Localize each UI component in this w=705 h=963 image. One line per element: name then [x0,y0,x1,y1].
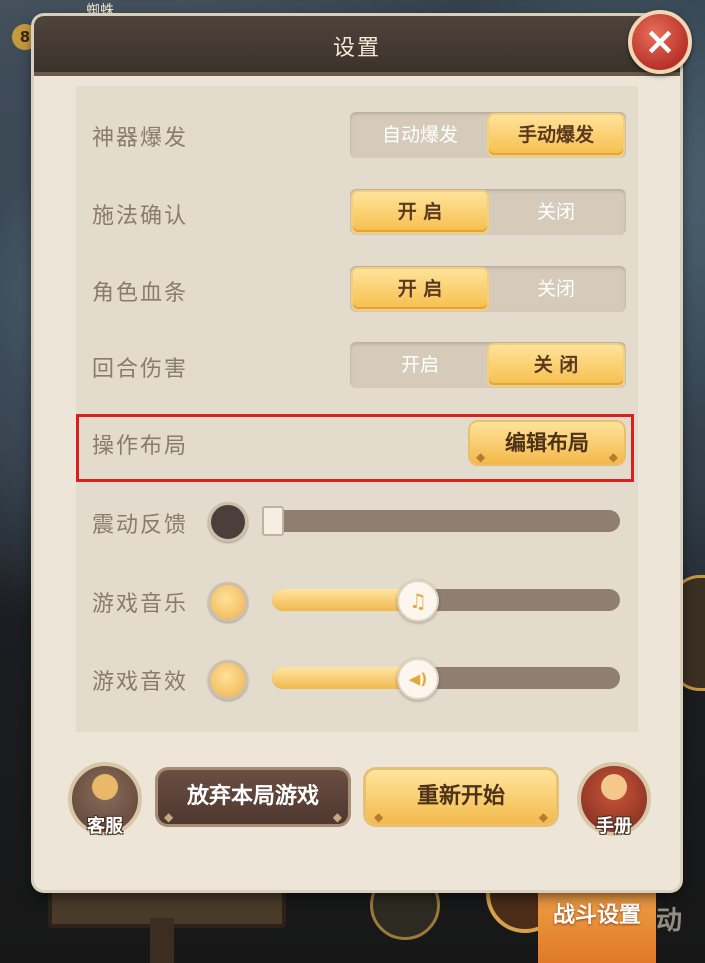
dialog-title-bar: 设置 [34,16,680,76]
music-slider-fill [272,589,411,611]
customer-service-button[interactable]: 客服 [68,762,142,837]
close-button[interactable]: × [628,10,692,74]
vibration-slider[interactable] [272,510,620,532]
health-bar-off-option[interactable]: 关闭 [489,269,623,309]
abandon-game-label: 放弃本局游戏 [186,784,319,809]
health-bar-on-option[interactable]: 开 启 [353,269,487,309]
round-damage-off-option[interactable]: 关 闭 [489,345,623,385]
sound-effects-label: 游戏音效 [92,670,189,695]
health-bar-label: 角色血条 [92,281,189,306]
health-bar-toggle: 开 启 关闭 [350,266,626,312]
round-damage-label: 回合伤害 [92,357,189,382]
round-damage-toggle: 开启 关 闭 [350,342,626,388]
restart-button[interactable]: ◆ 重新开始 ◆ [366,770,556,824]
artifact-burst-label: 神器爆发 [92,126,189,151]
round-damage-on-option[interactable]: 开启 [353,345,487,385]
diamond-ornament-icon: ◆ [476,450,486,464]
cast-confirm-toggle: 开 启 关闭 [350,189,626,235]
music-note-icon[interactable]: ♫ [397,580,439,622]
sound-effects-toggle-knob[interactable] [208,660,248,700]
diamond-ornament-icon: ◆ [164,810,174,824]
music-toggle-knob[interactable] [208,582,248,622]
diamond-ornament-icon: ◆ [374,810,384,824]
cast-confirm-off-option[interactable]: 关闭 [489,192,623,232]
handbook-button[interactable]: 手册 [577,762,651,837]
settings-panel [76,86,638,732]
cast-confirm-label: 施法确认 [92,204,189,229]
music-slider[interactable] [272,589,620,611]
diamond-ornament-icon: ◆ [608,450,618,464]
dialog-title: 设置 [332,36,381,61]
vibration-slider-handle[interactable] [262,506,284,536]
close-icon: × [644,19,676,63]
character-portrait-icon [601,774,627,800]
background-label: 动 [656,906,683,936]
sound-effects-slider-fill [272,667,411,689]
edit-layout-button[interactable]: ◆ 编辑布局 ◆ [470,422,624,464]
auto-burst-option[interactable]: 自动爆发 [353,115,487,155]
cast-confirm-on-option[interactable]: 开 启 [353,192,487,232]
battle-settings-button[interactable]: 战斗设置 [538,880,656,963]
customer-service-label: 客服 [87,816,123,837]
music-label: 游戏音乐 [92,592,189,617]
handbook-label: 手册 [596,816,632,837]
background-post [150,918,174,963]
diamond-ornament-icon: ◆ [538,810,548,824]
vibration-toggle-knob[interactable] [208,502,248,542]
restart-label: 重新开始 [416,784,505,809]
manual-burst-option[interactable]: 手动爆发 [489,115,623,155]
sound-effects-slider[interactable] [272,667,620,689]
artifact-burst-toggle: 自动爆发 手动爆发 [350,112,626,158]
vibration-label: 震动反馈 [92,513,189,538]
abandon-game-button[interactable]: ◆ 放弃本局游戏 ◆ [158,770,348,824]
speaker-icon[interactable]: ◀) [397,658,439,700]
diamond-ornament-icon: ◆ [332,810,342,824]
edit-layout-label: 编辑布局 [505,431,589,455]
control-layout-label: 操作布局 [92,434,189,459]
headset-icon [92,774,118,800]
